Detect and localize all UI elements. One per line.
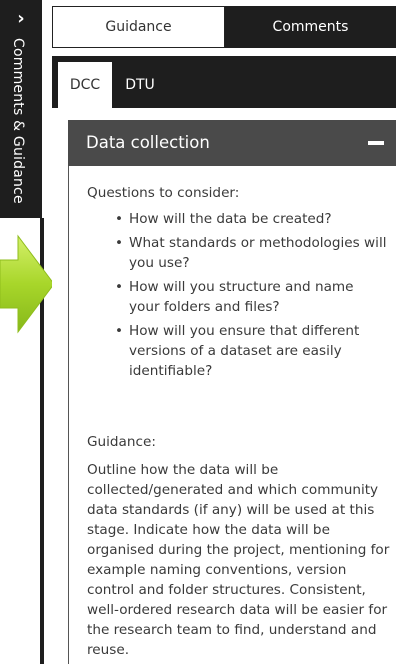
list-item: How will the data be created? xyxy=(115,209,387,229)
guidance-panel: Guidance Comments DCC DTU Data collectio… xyxy=(52,0,396,664)
guidance-container: DCC DTU Data collection Questions to con… xyxy=(52,56,396,664)
tab-dcc[interactable]: DCC xyxy=(58,62,112,108)
list-item: How will you structure and name your fol… xyxy=(115,277,387,317)
section-header[interactable]: Data collection xyxy=(68,120,396,166)
tab-guidance[interactable]: Guidance xyxy=(52,6,225,48)
list-item: What standards or methodologies will you… xyxy=(115,233,387,273)
panel-tabs: Guidance Comments xyxy=(52,6,396,48)
comments-guidance-toggle[interactable]: › Comments & Guidance xyxy=(0,0,42,218)
guidance-source-tabs: DCC DTU xyxy=(52,56,396,108)
guidance-text: Outline how the data will be collected/g… xyxy=(87,462,390,658)
guidance-content: Data collection Questions to consider: H… xyxy=(52,108,396,664)
green-arrow-icon xyxy=(0,234,55,334)
questions-list: How will the data be created? What stand… xyxy=(87,209,387,385)
tab-comments[interactable]: Comments xyxy=(225,6,396,48)
section-title: Data collection xyxy=(86,133,210,152)
sidebar-label: Comments & Guidance xyxy=(10,38,26,204)
tab-dtu[interactable]: DTU xyxy=(112,62,168,108)
questions-heading: Questions to consider: xyxy=(87,185,240,201)
section-body: Questions to consider: How will the data… xyxy=(68,166,396,664)
guidance-heading: Guidance: xyxy=(87,434,156,450)
list-item: How will you ensure that different versi… xyxy=(115,321,387,381)
chevron-right-icon: › xyxy=(17,8,25,29)
minus-icon[interactable] xyxy=(368,141,384,145)
